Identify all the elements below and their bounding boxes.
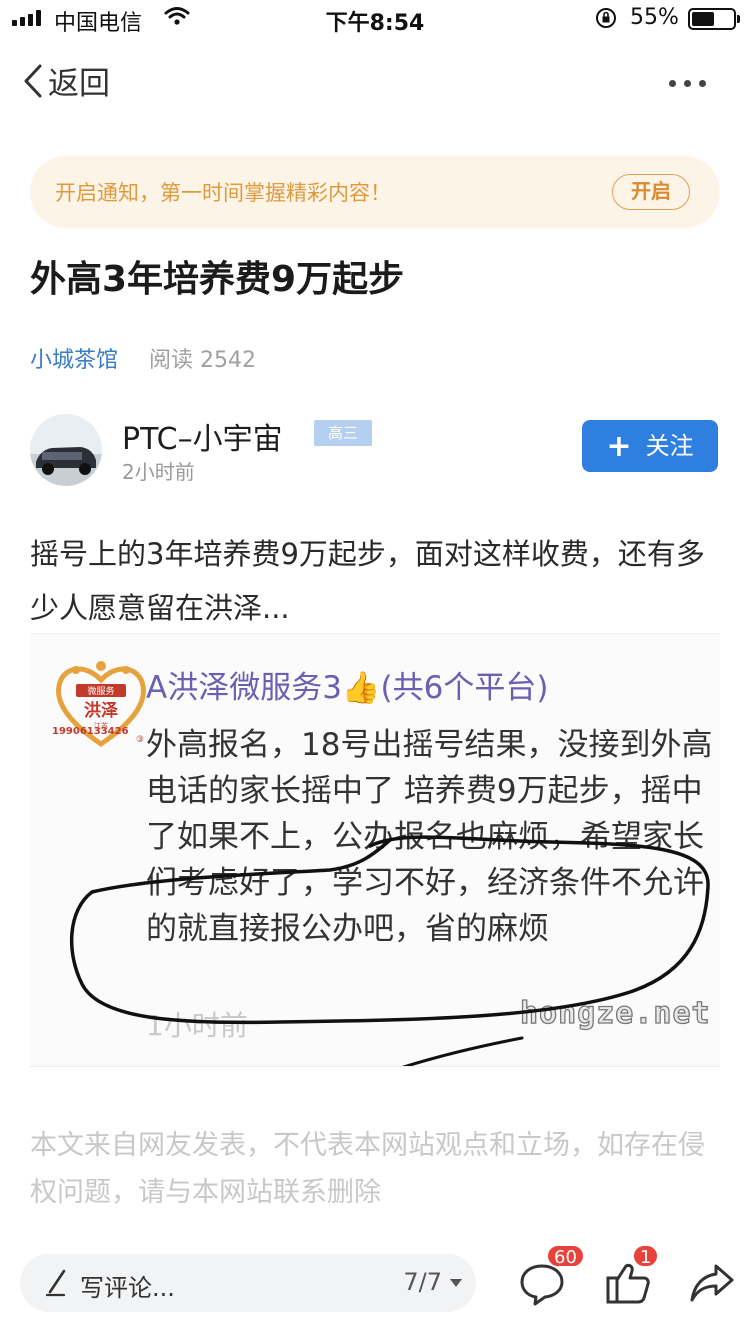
page-indicator[interactable]: 7/7 <box>403 1268 442 1296</box>
comment-button[interactable]: 60 <box>518 1244 585 1310</box>
follow-button[interactable]: + 关注 <box>582 420 718 472</box>
caret-down-icon[interactable] <box>450 1279 462 1287</box>
plus-icon: + <box>606 429 632 464</box>
share-icon <box>690 1264 734 1302</box>
more-dots-icon[interactable] <box>669 80 706 87</box>
comment-placeholder: 写评论... <box>80 1274 175 1302</box>
post-time: 2小时前 <box>122 460 195 484</box>
back-button[interactable]: 返回 <box>22 58 110 103</box>
like-button[interactable]: 1 <box>604 1244 660 1310</box>
nav-bar: 返回 <box>0 44 750 124</box>
follow-label: 关注 <box>645 432 694 460</box>
pen-icon <box>45 1269 66 1297</box>
article-title: 外高3年培养费9万起步 <box>30 259 405 300</box>
chevron-left-icon <box>24 64 42 97</box>
orientation-lock-icon <box>594 6 618 36</box>
source-link[interactable]: 小城茶馆 <box>30 348 118 373</box>
battery-percent: 55% <box>630 5 679 30</box>
disclaimer: 本文来自网友发表，不代表本网站观点和立场，如存在侵权问题，请与本网站联系删除 <box>30 1130 705 1208</box>
like-count-badge: 1 <box>632 1244 660 1268</box>
comment-input[interactable]: 写评论... 7/7 <box>20 1254 476 1312</box>
grade-badge: 高三 <box>314 420 372 446</box>
author-row: PTC–小宇宙 高三 2小时前 + 关注 <box>30 414 720 494</box>
notification-banner: 开启通知，第一时间掌握精彩内容！ 开启 <box>30 156 720 228</box>
read-count: 阅读 2542 <box>149 348 256 373</box>
bottom-bar: 写评论... 7/7 60 1 <box>0 1240 750 1329</box>
author-name[interactable]: PTC–小宇宙 <box>122 414 283 458</box>
enable-notification-button[interactable]: 开启 <box>612 174 690 210</box>
share-button[interactable] <box>688 1260 736 1310</box>
embedded-image[interactable]: 微服务 洪泽 江苏 ③ 19906133426 A洪泽微服务3👍(共6个平台) … <box>30 633 720 1067</box>
avatar[interactable] <box>30 414 102 486</box>
article-summary: 摇号上的3年培养费9万起步，面对这样收费，还有多少人愿意留在洪泽... <box>30 537 705 625</box>
battery-icon <box>688 8 740 30</box>
handdrawn-circle <box>69 835 710 1066</box>
article-meta: 小城茶馆 阅读 2542 <box>30 342 256 374</box>
comment-count-badge: 60 <box>546 1244 585 1268</box>
notification-text: 开启通知，第一时间掌握精彩内容！ <box>55 181 391 205</box>
back-label: 返回 <box>48 66 110 102</box>
status-bar: 中国电信 下午8:54 55% <box>0 0 750 36</box>
